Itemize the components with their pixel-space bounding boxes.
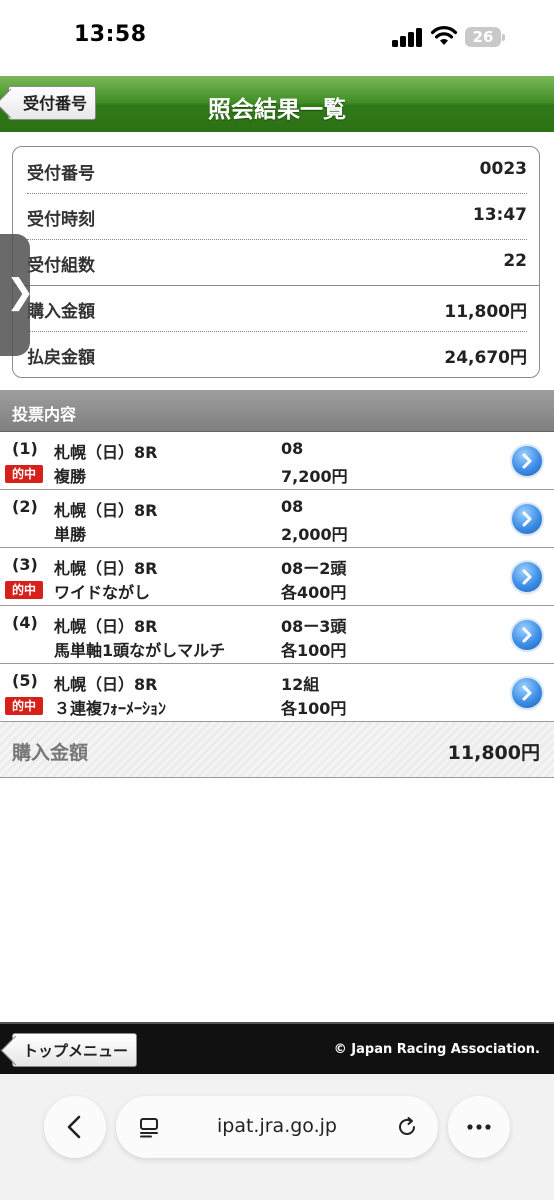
- browser-more-button[interactable]: [448, 1096, 510, 1158]
- bet-type: ３連複ﾌｫｰﾒｰｼｮﾝ: [54, 699, 167, 718]
- bet-combination: 08: [281, 497, 304, 516]
- summary-label: 購入金額: [27, 302, 95, 322]
- cellular-signal-icon: [392, 27, 424, 47]
- bet-row[interactable]: (2) 札幌（日）8R 単勝 08 2,000円: [0, 490, 554, 548]
- summary-row-payout-amount: 払戻金額 24,670円: [27, 331, 527, 377]
- bet-row[interactable]: (4) 札幌（日）8R 馬単軸1頭ながしマルチ 08ー3頭 各100円: [0, 606, 554, 664]
- status-time: 13:58: [74, 22, 147, 47]
- top-menu-label: トップメニュー: [23, 1042, 129, 1060]
- chevron-right-icon: [522, 511, 532, 527]
- summary-row-receipt-count: 受付組数 22: [27, 239, 527, 285]
- bet-type: 馬単軸1頭ながしマルチ: [54, 641, 226, 660]
- total-label: 購入金額: [12, 742, 89, 764]
- bet-amount: 7,200円: [281, 467, 348, 486]
- bet-race: 札幌（日）8R: [54, 443, 158, 462]
- bet-number: (5): [12, 671, 38, 690]
- hit-badge: 的中: [5, 581, 43, 599]
- hit-badge: 的中: [5, 697, 43, 715]
- bet-number: (3): [12, 555, 38, 574]
- page-footer: トップメニュー © Japan Racing Association.: [0, 1022, 554, 1076]
- battery-level: 26: [472, 28, 494, 46]
- bet-amount: 各400円: [281, 583, 347, 602]
- total-value: 11,800円: [447, 742, 540, 764]
- bet-number: (1): [12, 439, 38, 458]
- summary-label: 受付組数: [27, 256, 95, 276]
- reload-icon[interactable]: [396, 1116, 418, 1138]
- bet-combination: 08ー3頭: [281, 617, 347, 636]
- browser-toolbar: ipat.jra.go.jp: [0, 1074, 554, 1200]
- status-bar: 13:58 26: [0, 0, 554, 76]
- bet-number: (4): [12, 613, 38, 632]
- summary-label: 払戻金額: [27, 348, 95, 368]
- hit-badge: 的中: [5, 465, 43, 483]
- summary-value: 0023: [479, 159, 527, 179]
- bet-type: 複勝: [54, 467, 87, 486]
- bet-race: 札幌（日）8R: [54, 675, 158, 694]
- detail-arrow-button[interactable]: [512, 562, 542, 592]
- bet-amount: 各100円: [281, 699, 347, 718]
- side-drawer-handle[interactable]: ❯: [0, 234, 35, 356]
- section-title: 投票内容: [12, 405, 77, 424]
- chevron-right-icon: ❯: [6, 272, 35, 312]
- battery-icon: 26: [465, 27, 505, 47]
- chevron-right-icon: [522, 569, 532, 585]
- detail-arrow-button[interactable]: [512, 620, 542, 650]
- chevron-right-icon: [522, 627, 532, 643]
- bet-number: (2): [12, 497, 38, 516]
- page-header: 受付番号 照会結果一覧: [0, 76, 554, 132]
- more-icon: [467, 1124, 491, 1130]
- summary-value: 13:47: [472, 205, 527, 225]
- summary-label: 受付時刻: [27, 210, 95, 230]
- total-row: 購入金額 11,800円: [0, 722, 554, 778]
- bet-race: 札幌（日）8R: [54, 617, 158, 636]
- chevron-right-icon: [522, 453, 532, 469]
- bet-row[interactable]: (5) 札幌（日）8R 的中 ３連複ﾌｫｰﾒｰｼｮﾝ 12組 各100円: [0, 664, 554, 722]
- top-menu-button[interactable]: トップメニュー: [12, 1033, 138, 1067]
- page-title: 照会結果一覧: [208, 97, 346, 123]
- browser-back-button[interactable]: [44, 1096, 106, 1158]
- bet-combination: 08ー2頭: [281, 559, 347, 578]
- bet-amount: 2,000円: [281, 525, 348, 544]
- chevron-right-icon: [522, 685, 532, 701]
- summary-row-purchase-amount: 購入金額 11,800円: [27, 285, 527, 331]
- bet-amount: 各100円: [281, 641, 347, 660]
- summary-value: 11,800円: [444, 302, 527, 322]
- address-bar[interactable]: ipat.jra.go.jp: [116, 1096, 438, 1158]
- bet-combination: 12組: [281, 675, 320, 694]
- copyright-text: © Japan Racing Association.: [333, 1042, 540, 1057]
- bet-row[interactable]: (3) 札幌（日）8R 的中 ワイドながし 08ー2頭 各400円: [0, 548, 554, 606]
- detail-arrow-button[interactable]: [512, 678, 542, 708]
- bet-row[interactable]: (1) 札幌（日）8R 的中 複勝 08 7,200円: [0, 432, 554, 490]
- url-text: ipat.jra.go.jp: [217, 1115, 337, 1137]
- summary-value: 24,670円: [444, 348, 527, 368]
- summary-label: 受付番号: [27, 164, 95, 184]
- summary-row-receipt-time: 受付時刻 13:47: [27, 193, 527, 239]
- bet-race: 札幌（日）8R: [54, 501, 158, 520]
- summary-value: 22: [503, 251, 527, 271]
- summary-card: 受付番号 0023 受付時刻 13:47 受付組数 22 購入金額 11,800…: [12, 146, 540, 378]
- wifi-icon: [430, 26, 458, 45]
- bet-race: 札幌（日）8R: [54, 559, 158, 578]
- section-header: 投票内容: [0, 390, 554, 432]
- bet-type: ワイドながし: [54, 583, 151, 602]
- detail-arrow-button[interactable]: [512, 504, 542, 534]
- bet-combination: 08: [281, 439, 304, 458]
- summary-row-receipt-number: 受付番号 0023: [27, 147, 527, 193]
- chevron-left-icon: [67, 1115, 81, 1139]
- bet-type: 単勝: [54, 525, 87, 544]
- detail-arrow-button[interactable]: [512, 446, 542, 476]
